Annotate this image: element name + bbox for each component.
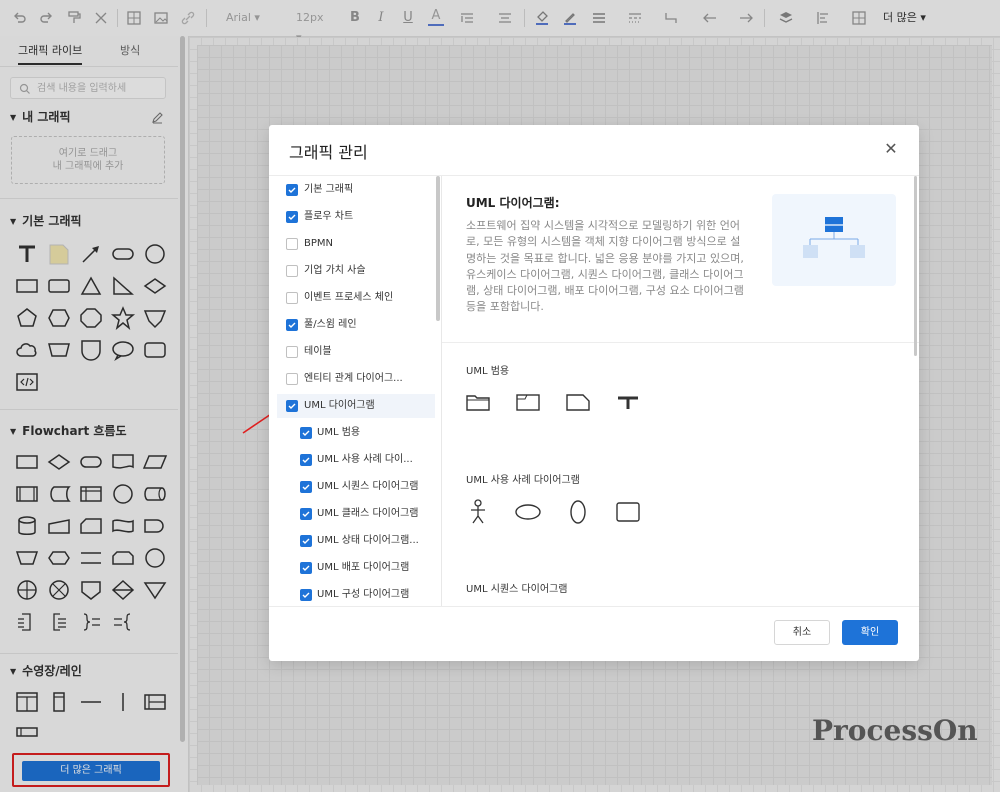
category-detail-pane: UML 다이어그램: 소프트웨어 집약 시스템을 시각적으로 모델링하기 위한 … [442,176,919,606]
category-label: UML 범용 [317,427,361,438]
group-title-uml-sequence: UML 시퀀스 다이어그램 [466,584,568,595]
subcategory-item[interactable]: UML 클래스 다이어그램 [277,502,435,526]
dialog-title: 그래픽 관리 [289,143,368,162]
category-label: BPMN [304,238,333,249]
group-title-uml-general: UML 범용 [466,366,510,377]
checkbox-checked[interactable] [300,562,312,574]
vertical-ellipse-shape-icon[interactable] [564,499,592,525]
detail-pane-scrollbar[interactable] [914,176,917,356]
category-item[interactable]: 엔티티 관계 다이어그... [277,367,435,391]
subcategory-item[interactable]: UML 상태 다이어그램... [277,529,435,553]
confirm-button[interactable]: 확인 [842,620,898,645]
category-item[interactable]: 테이블 [277,340,435,364]
text-shape-icon[interactable] [614,389,642,415]
diagram-preview-icon [772,194,896,286]
category-label: 이벤트 프로세스 체인 [304,292,394,303]
category-label: UML 시퀀스 다이어그램 [317,481,419,492]
frame-shape-icon[interactable] [514,389,542,415]
note-shape-icon[interactable] [564,389,592,415]
subcategory-item[interactable]: UML 구성 다이어그램 [277,583,435,606]
category-label: 기업 가치 사슬 [304,265,366,276]
checkbox-checked[interactable] [286,211,298,223]
checkbox-checked[interactable] [300,481,312,493]
watermark: ProcessOn [812,714,978,747]
use-case-shape-icon[interactable] [514,499,542,525]
category-list-scrollbar[interactable] [436,176,440,321]
subcategory-item[interactable]: UML 범용 [277,421,435,445]
category-item[interactable]: 플로우 차트 [277,205,435,229]
checkbox-unchecked[interactable] [286,346,298,358]
detail-divider [442,342,919,343]
detail-description: 소프트웨어 집약 시스템을 시각적으로 모델링하기 위한 언어로, 모든 유형의… [466,219,744,314]
category-label: UML 클래스 다이어그램 [317,508,419,519]
category-label: UML 다이어그램 [304,400,375,411]
graphics-manager-dialog: 그래픽 관리 ✕ 기본 그래픽플로우 차트 BPMN 기업 가치 사슬이벤트 프로세… [269,125,919,661]
checkbox-checked[interactable] [300,427,312,439]
category-label: 플로우 차트 [304,211,354,222]
category-item[interactable]: UML 다이어그램 [277,394,435,418]
checkbox-unchecked[interactable] [286,292,298,304]
category-item[interactable]: 풀/스윔 레인 [277,313,435,337]
cancel-button[interactable]: 취소 [774,620,830,645]
category-item[interactable]: BPMN [277,232,435,256]
category-item[interactable]: 기업 가치 사슬 [277,259,435,283]
category-label: 풀/스윔 레인 [304,319,357,330]
group-title-uml-use-case: UML 사용 사례 다이어그램 [466,475,580,486]
category-label: UML 사용 사례 다이... [317,454,413,465]
category-label: UML 구성 다이어그램 [317,589,410,600]
detail-title: UML 다이어그램: [466,196,560,210]
category-label: UML 상태 다이어그램... [317,535,419,546]
actor-shape-icon[interactable] [464,499,492,525]
checkbox-checked[interactable] [286,400,298,412]
category-label: UML 배포 다이어그램 [317,562,410,573]
subcategory-item[interactable]: UML 사용 사례 다이... [277,448,435,472]
category-item[interactable]: 이벤트 프로세스 체인 [277,286,435,310]
checkbox-checked[interactable] [300,535,312,547]
checkbox-unchecked[interactable] [286,238,298,250]
checkbox-checked[interactable] [300,508,312,520]
category-label: 기본 그래픽 [304,184,354,195]
close-icon[interactable]: ✕ [883,141,899,157]
checkbox-checked[interactable] [286,319,298,331]
category-item[interactable]: 기본 그래픽 [277,178,435,202]
package-shape-icon[interactable] [464,389,492,415]
category-label: 엔티티 관계 다이어그... [304,373,403,384]
subcategory-item[interactable]: UML 배포 다이어그램 [277,556,435,580]
checkbox-unchecked[interactable] [286,265,298,277]
category-list: 기본 그래픽플로우 차트 BPMN 기업 가치 사슬이벤트 프로세스 체인풀/스윔 … [269,176,442,606]
checkbox-checked[interactable] [300,589,312,601]
checkbox-checked[interactable] [286,184,298,196]
category-label: 테이블 [304,346,332,357]
checkbox-checked[interactable] [300,454,312,466]
system-boundary-shape-icon[interactable] [614,499,642,525]
checkbox-unchecked[interactable] [286,373,298,385]
subcategory-item[interactable]: UML 시퀀스 다이어그램 [277,475,435,499]
dialog-footer-divider [269,606,919,607]
